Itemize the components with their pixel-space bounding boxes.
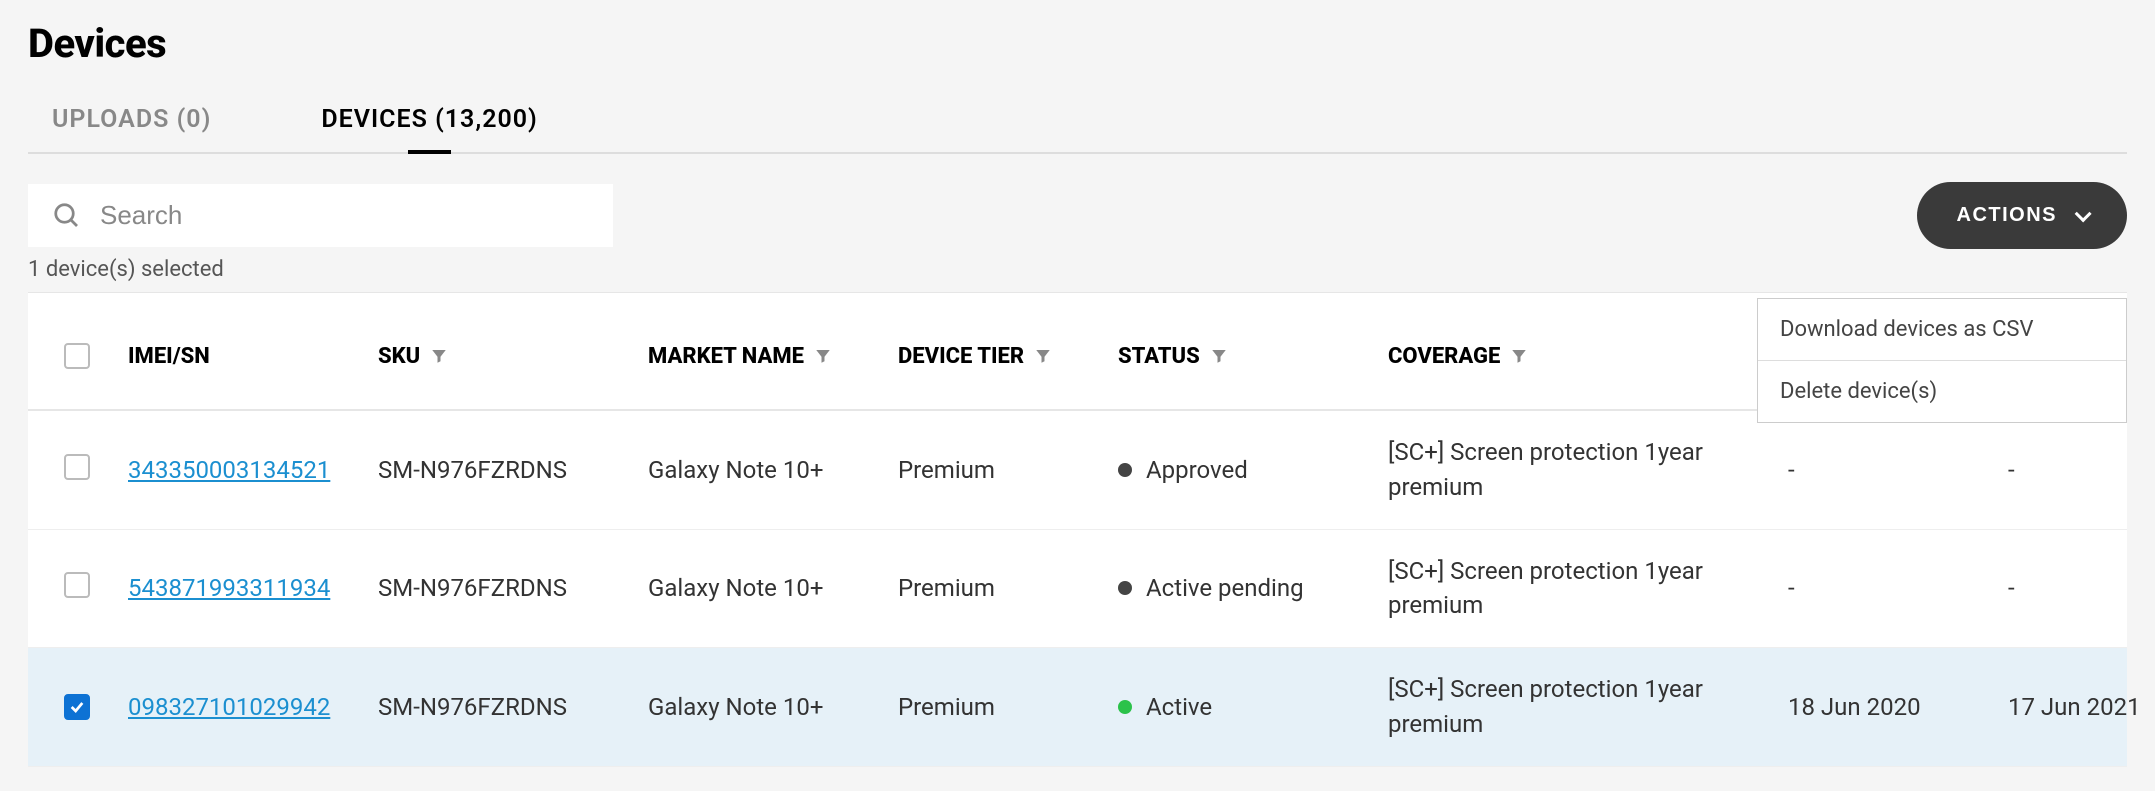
status-cell: Active pending xyxy=(1118,574,1388,602)
actions-button[interactable]: ACTIONS xyxy=(1917,182,2128,249)
start-cell: 18 Jun 2020 xyxy=(1788,693,2008,721)
sku-cell: SM-N976FZRDNS xyxy=(378,693,648,721)
table-row: 098327101029942 SM-N976FZRDNS Galaxy Not… xyxy=(28,648,2127,767)
status-dot-icon xyxy=(1118,581,1132,595)
search-wrap xyxy=(28,184,613,247)
col-market[interactable]: MARKET NAME xyxy=(648,344,898,369)
market-cell: Galaxy Note 10+ xyxy=(648,574,898,602)
imei-link[interactable]: 543871993311934 xyxy=(128,574,330,602)
status-text: Active xyxy=(1146,693,1212,721)
menu-download-csv[interactable]: Download devices as CSV xyxy=(1758,299,2126,360)
table-row: 543871993311934 SM-N976FZRDNS Galaxy Not… xyxy=(28,530,2127,649)
actions-button-label: ACTIONS xyxy=(1957,204,2058,227)
status-text: Approved xyxy=(1146,456,1248,484)
coverage-cell: [SC+] Screen protection 1year premium xyxy=(1388,435,1788,505)
tier-cell: Premium xyxy=(898,574,1118,602)
sku-cell: SM-N976FZRDNS xyxy=(378,574,648,602)
sku-cell: SM-N976FZRDNS xyxy=(378,456,648,484)
tier-cell: Premium xyxy=(898,693,1118,721)
selection-count: 1 device(s) selected xyxy=(28,257,2127,282)
end-cell: - xyxy=(2008,456,2155,484)
coverage-cell: [SC+] Screen protection 1year premium xyxy=(1388,554,1788,624)
row-checkbox[interactable] xyxy=(64,694,90,720)
page-title: Devices xyxy=(28,20,2127,67)
end-cell: - xyxy=(2008,574,2155,602)
col-market-label: MARKET NAME xyxy=(648,344,804,369)
start-cell: - xyxy=(1788,456,2008,484)
col-sku-label: SKU xyxy=(378,344,420,369)
filter-icon xyxy=(1510,347,1528,365)
col-sku[interactable]: SKU xyxy=(378,344,648,369)
col-coverage-label: COVERAGE xyxy=(1388,344,1500,369)
row-checkbox[interactable] xyxy=(64,454,90,480)
imei-link[interactable]: 098327101029942 xyxy=(128,693,330,721)
col-tier-label: DEVICE TIER xyxy=(898,344,1024,369)
status-dot-icon xyxy=(1118,463,1132,477)
header-checkbox-cell xyxy=(28,343,128,369)
filter-icon xyxy=(1210,347,1228,365)
col-imei: IMEI/SN xyxy=(128,344,378,369)
status-cell: Active xyxy=(1118,693,1388,721)
select-all-checkbox[interactable] xyxy=(64,343,90,369)
col-status[interactable]: STATUS xyxy=(1118,344,1388,369)
tab-uploads[interactable]: UPLOADS (0) xyxy=(52,105,211,152)
filter-icon xyxy=(814,347,832,365)
toolbar: ACTIONS xyxy=(28,182,2127,249)
market-cell: Galaxy Note 10+ xyxy=(648,693,898,721)
table-row: 343350003134521 SM-N976FZRDNS Galaxy Not… xyxy=(28,411,2127,530)
filter-icon xyxy=(1034,347,1052,365)
tab-devices[interactable]: DEVICES (13,200) xyxy=(321,105,537,152)
menu-delete-devices[interactable]: Delete device(s) xyxy=(1758,360,2126,422)
chevron-down-icon xyxy=(2075,205,2092,222)
col-status-label: STATUS xyxy=(1118,344,1200,369)
market-cell: Galaxy Note 10+ xyxy=(648,456,898,484)
row-checkbox[interactable] xyxy=(64,572,90,598)
filter-icon xyxy=(430,347,448,365)
actions-dropdown: Download devices as CSV Delete device(s) xyxy=(1757,298,2127,423)
start-cell: - xyxy=(1788,574,2008,602)
col-tier[interactable]: DEVICE TIER xyxy=(898,344,1118,369)
tabs-bar: UPLOADS (0) DEVICES (13,200) xyxy=(28,105,2127,154)
coverage-cell: [SC+] Screen protection 1year premium xyxy=(1388,672,1788,742)
imei-link[interactable]: 343350003134521 xyxy=(128,456,330,484)
status-text: Active pending xyxy=(1146,574,1304,602)
search-input[interactable] xyxy=(100,200,589,231)
tier-cell: Premium xyxy=(898,456,1118,484)
end-cell: 17 Jun 2021 xyxy=(2008,693,2155,721)
search-icon xyxy=(52,201,82,231)
status-dot-icon xyxy=(1118,700,1132,714)
status-cell: Approved xyxy=(1118,456,1388,484)
col-coverage[interactable]: COVERAGE xyxy=(1388,344,1788,369)
